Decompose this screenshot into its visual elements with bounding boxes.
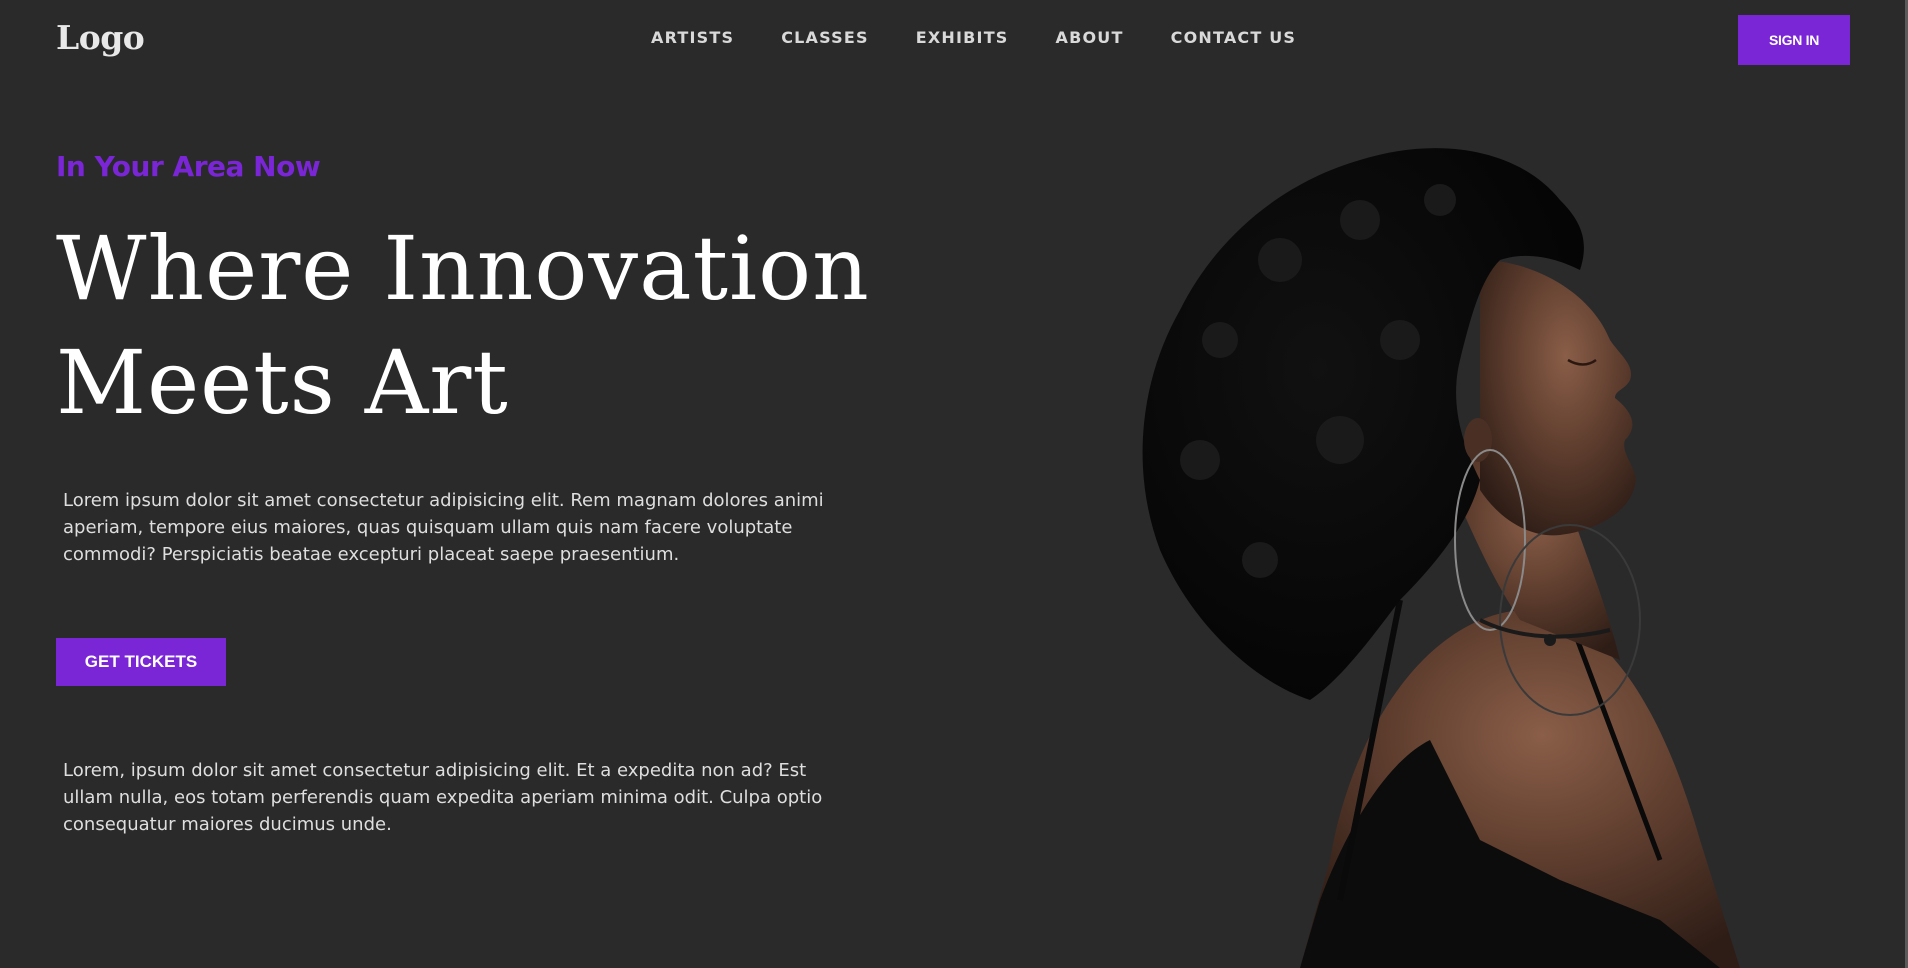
nav-item-artists[interactable]: ARTISTS xyxy=(651,28,734,47)
logo[interactable]: Logo xyxy=(56,18,145,57)
main-nav: ARTISTS CLASSES EXHIBITS ABOUT CONTACT U… xyxy=(651,28,1343,47)
nav-item-contact-us[interactable]: CONTACT US xyxy=(1171,28,1297,47)
sign-in-button[interactable]: SIGN IN xyxy=(1738,15,1850,65)
hero-eyebrow: In Your Area Now xyxy=(56,150,321,183)
hero-headline: Where Innovation Meets Art xyxy=(56,212,876,440)
hero-portrait-image xyxy=(1142,148,1740,968)
nav-item-classes[interactable]: CLASSES xyxy=(781,28,869,47)
nav-item-about[interactable]: ABOUT xyxy=(1056,28,1124,47)
hero-headline-line-1: Where Innovation xyxy=(56,217,870,320)
nav-item-exhibits[interactable]: EXHIBITS xyxy=(916,28,1009,47)
hero-headline-line-2: Meets Art xyxy=(56,331,509,434)
landing-page: Logo ARTISTS CLASSES EXHIBITS ABOUT CONT… xyxy=(0,0,1908,968)
hero-secondary-description: Lorem, ipsum dolor sit amet consectetur … xyxy=(63,760,823,835)
hero-description: Lorem ipsum dolor sit amet consectetur a… xyxy=(63,490,824,565)
get-tickets-button[interactable]: GET TICKETS xyxy=(56,638,226,686)
